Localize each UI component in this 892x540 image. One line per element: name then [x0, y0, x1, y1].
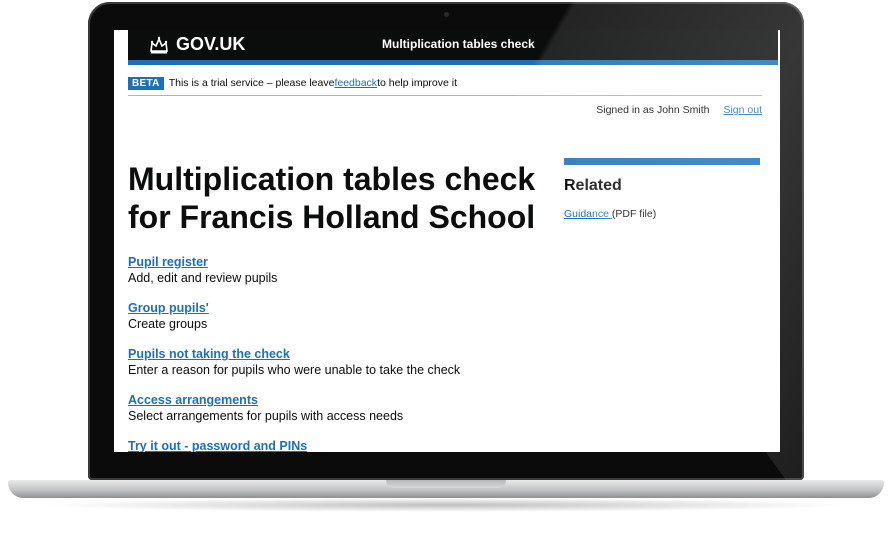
logo-text: GOV.UK [176, 34, 246, 54]
sign-out-link[interactable]: Sign out [723, 104, 762, 116]
pupils-not-taking-check-link[interactable]: Pupils not taking the check [128, 346, 648, 362]
task-item: Try it out - password and PINs [128, 438, 648, 452]
task-item: Group pupils' Create groups [128, 300, 648, 333]
phase-text-before: This is a trial service – please leave [168, 77, 335, 89]
related-item: Guidance (PDF file) [564, 208, 760, 220]
feedback-link[interactable]: feedback [334, 77, 377, 89]
header-blue-bar [128, 60, 778, 65]
phase-text-after: to help improve it [377, 77, 458, 89]
laptop-shadow [40, 498, 852, 512]
govuk-logo-link[interactable]: GOV.UK [148, 34, 245, 55]
task-item: Pupils not taking the check Enter a reas… [128, 346, 648, 379]
beta-tag: BETA [128, 76, 164, 90]
crown-icon [150, 36, 168, 53]
task-description: Select arrangements for pupils with acce… [128, 409, 404, 423]
laptop-base-notch [386, 480, 506, 488]
guidance-note: (PDF file) [611, 208, 657, 220]
guidance-link[interactable]: Guidance [564, 208, 612, 220]
task-item: Pupil register Add, edit and review pupi… [128, 254, 648, 287]
pupil-register-link[interactable]: Pupil register [128, 254, 648, 270]
task-description: Create groups [128, 317, 208, 331]
camera-icon [444, 12, 449, 17]
task-description: Enter a reason for pupils who were unabl… [128, 363, 461, 377]
related-panel: Related Guidance (PDF file) [564, 158, 760, 220]
task-description: Add, edit and review pupils [128, 271, 278, 285]
service-name-link[interactable]: Multiplication tables check [382, 37, 535, 51]
signed-in-text: Signed in as John Smith [596, 104, 710, 116]
account-bar: Signed in as John Smith Sign out [596, 104, 762, 116]
browser-screen: GOV.UK Multiplication tables check BETA … [114, 30, 780, 452]
related-heading: Related [564, 177, 622, 194]
phase-banner: BETA This is a trial service – please le… [128, 71, 762, 96]
task-list: Pupil register Add, edit and review pupi… [128, 254, 648, 452]
govuk-header: GOV.UK Multiplication tables check [128, 30, 778, 60]
group-pupils-link[interactable]: Group pupils' [128, 300, 648, 316]
page-title: Multiplication tables check for Francis … [128, 161, 536, 235]
try-it-out-link[interactable]: Try it out - password and PINs [128, 438, 648, 452]
access-arrangements-link[interactable]: Access arrangements [128, 392, 648, 408]
related-top-bar [564, 158, 760, 165]
task-item: Access arrangements Select arrangements … [128, 392, 648, 425]
